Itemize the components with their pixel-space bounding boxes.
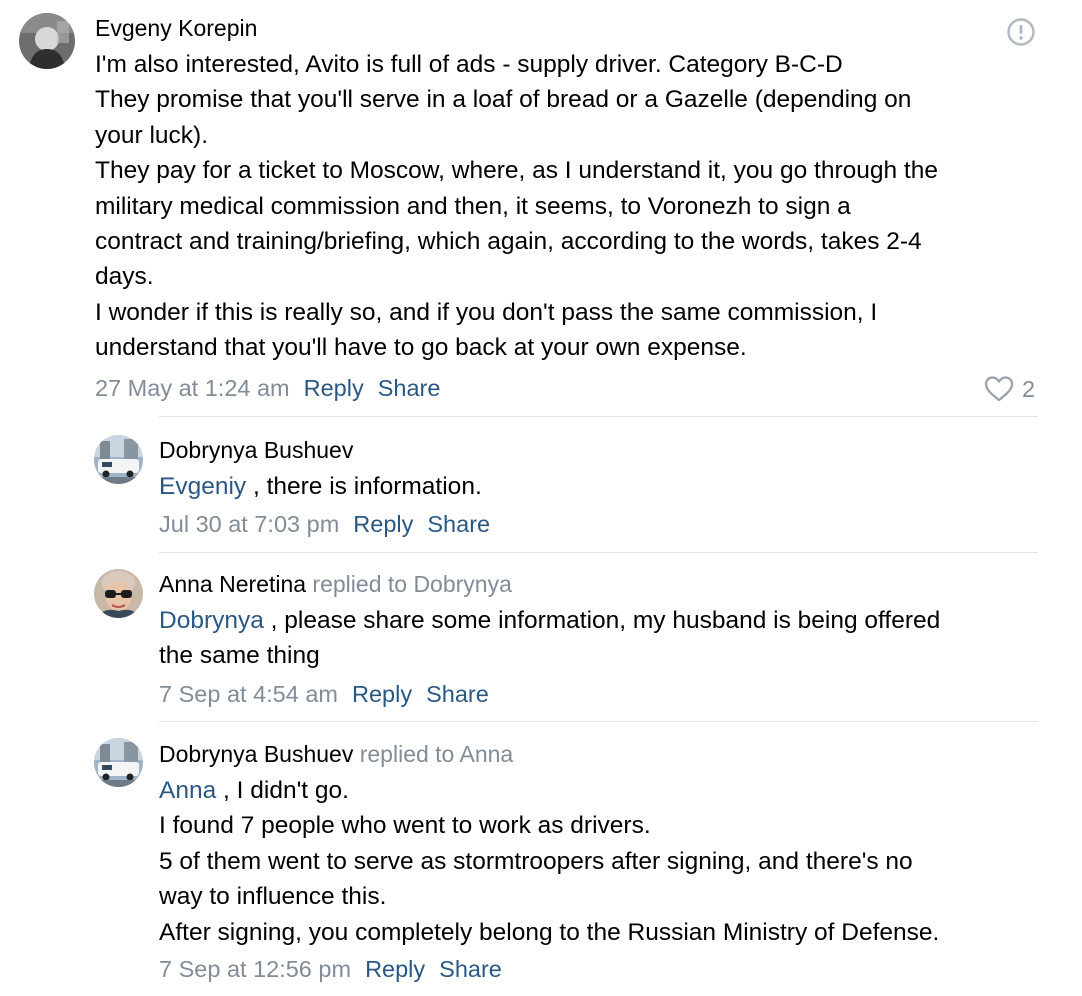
comment-line: After signing, you completely belong to … — [159, 918, 940, 946]
mention-link[interactable]: Anna — [159, 777, 216, 804]
replied-to[interactable]: replied to Dobrynya — [306, 571, 511, 597]
avatar-photo — [19, 13, 75, 69]
comment-meta: 7 Sep at 4:54 am Reply Share — [159, 679, 489, 709]
timestamp[interactable]: 7 Sep at 12:56 pm — [159, 956, 351, 982]
like-button[interactable]: 2 — [984, 374, 1044, 404]
comment-line: I found 7 people who went to work as dri… — [159, 812, 651, 840]
share-button[interactable]: Share — [426, 681, 489, 707]
share-button[interactable]: Share — [439, 956, 502, 982]
replied-to[interactable]: replied to Anna — [353, 741, 513, 767]
comment-meta: Jul 30 at 7:03 pm Reply Share — [159, 509, 490, 539]
divider — [159, 721, 1038, 722]
report-icon[interactable] — [1006, 17, 1036, 47]
avatar-photo — [94, 435, 143, 484]
divider — [159, 416, 1038, 417]
avatar[interactable] — [94, 569, 143, 618]
comment-line: Evgeniy , there is information. — [159, 469, 482, 504]
comment-line: They promise that you'll serve in a loaf… — [95, 86, 912, 114]
comment-meta: 7 Sep at 12:56 pm Reply Share — [159, 954, 502, 984]
avatar-photo — [94, 738, 143, 787]
comment-author[interactable]: Anna Neretina replied to Dobrynya — [159, 570, 512, 598]
avatar-photo — [94, 569, 143, 618]
comment-text: Dobrynya , please share some information… — [159, 603, 940, 674]
avatar[interactable] — [94, 738, 143, 787]
comment-line: way to influence this. — [159, 883, 387, 911]
comment-line-rest: , I didn't go. — [216, 777, 349, 804]
comment-text: Anna , I didn't go. I found 7 people who… — [159, 773, 939, 950]
author-name[interactable]: Anna Neretina — [159, 571, 306, 597]
comment-meta: 27 May at 1:24 am Reply Share — [95, 373, 440, 403]
reply-button[interactable]: Reply — [304, 375, 364, 401]
like-count: 2 — [1022, 376, 1036, 402]
comment-text: Evgeniy , there is information. — [159, 469, 482, 504]
comment-line: understand that you'll have to go back a… — [95, 334, 747, 362]
comment-line: Dobrynya , please share some information… — [159, 603, 940, 638]
divider — [159, 552, 1038, 553]
comment-line: contract and training/briefing, which ag… — [95, 228, 922, 256]
comment-line: the same thing — [159, 642, 320, 670]
avatar[interactable] — [19, 13, 75, 69]
comment-line: I'm also interested, Avito is full of ad… — [95, 51, 843, 78]
comment-text: I'm also interested, Avito is full of ad… — [95, 47, 938, 366]
avatar[interactable] — [94, 435, 143, 484]
author-name[interactable]: Dobrynya Bushuev — [159, 437, 353, 463]
timestamp[interactable]: 7 Sep at 4:54 am — [159, 681, 338, 707]
share-button[interactable]: Share — [427, 511, 490, 537]
comment-line-rest: , there is information. — [246, 473, 482, 500]
comment-line: They pay for a ticket to Moscow, where, … — [95, 157, 938, 185]
author-name[interactable]: Dobrynya Bushuev — [159, 741, 353, 767]
reply-button[interactable]: Reply — [352, 681, 412, 707]
timestamp[interactable]: 27 May at 1:24 am — [95, 375, 290, 401]
author-name[interactable]: Evgeny Korepin — [95, 15, 257, 41]
mention-link[interactable]: Evgeniy — [159, 473, 246, 500]
comment-author[interactable]: Dobrynya Bushuev replied to Anna — [159, 740, 513, 768]
comment-author[interactable]: Evgeny Korepin — [95, 14, 257, 42]
comment-line: 5 of them went to serve as stormtroopers… — [159, 847, 913, 875]
reply-button[interactable]: Reply — [365, 956, 425, 982]
comment-line: I wonder if this is really so, and if yo… — [95, 298, 878, 326]
timestamp[interactable]: Jul 30 at 7:03 pm — [159, 511, 339, 537]
comment-line-rest: , please share some information, my husb… — [263, 607, 941, 634]
comment-line: Anna , I didn't go. — [159, 773, 939, 808]
reply-button[interactable]: Reply — [353, 511, 413, 537]
heart-icon — [984, 376, 1014, 402]
share-button[interactable]: Share — [378, 375, 441, 401]
comment-line: days. — [95, 263, 154, 291]
mention-link[interactable]: Dobrynya — [159, 607, 264, 634]
comment-author[interactable]: Dobrynya Bushuev — [159, 436, 353, 464]
comment-line: military medical commission and then, it… — [95, 192, 851, 220]
comment-line: your luck). — [95, 121, 209, 149]
